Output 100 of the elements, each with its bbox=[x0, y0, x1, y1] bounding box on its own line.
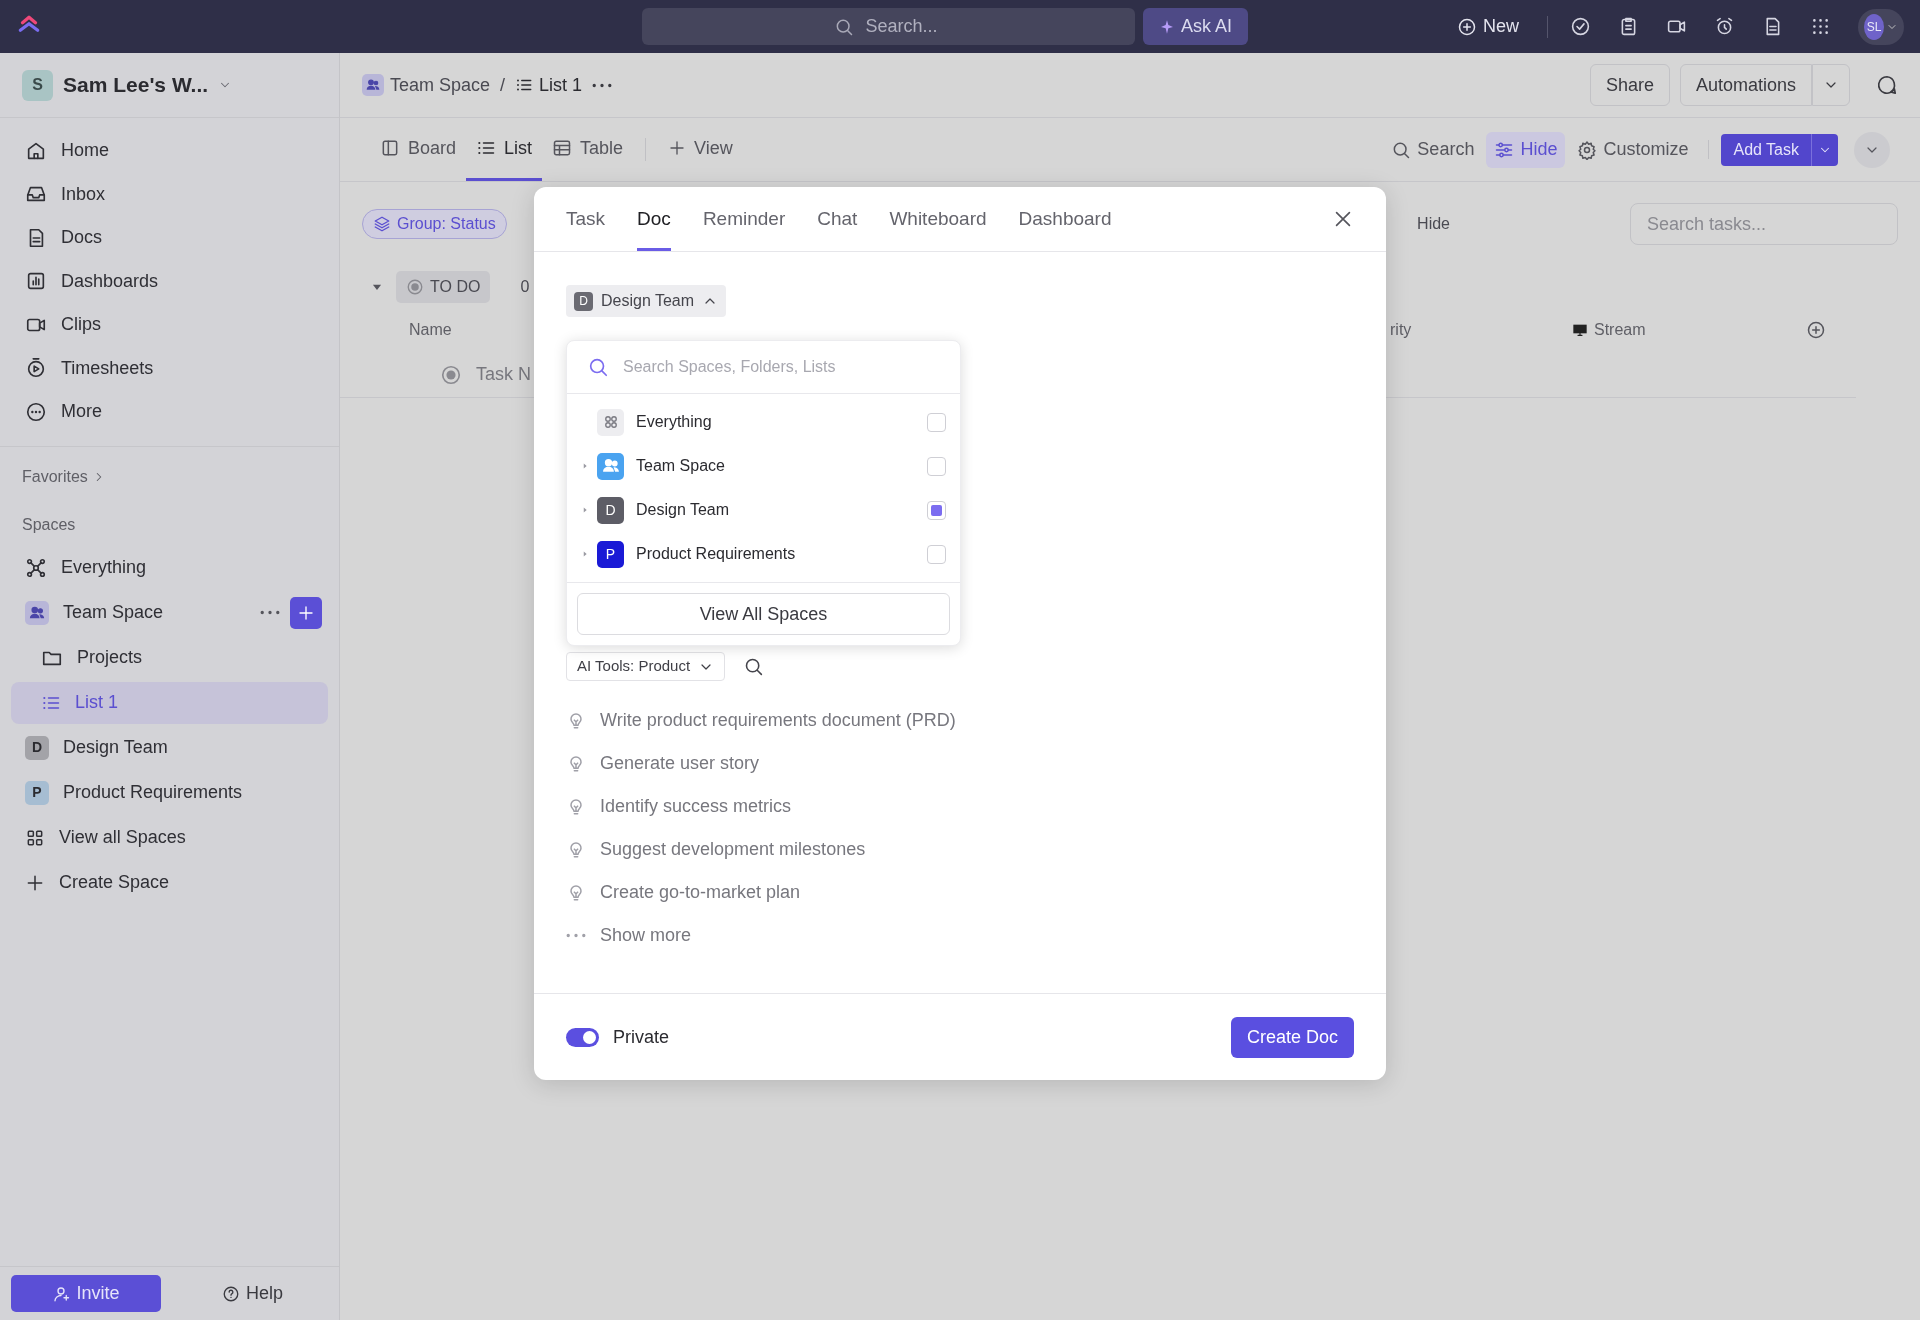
search-field[interactable]: Search... bbox=[863, 12, 944, 41]
toggle-switch[interactable] bbox=[566, 1027, 599, 1047]
user-menu-button[interactable]: SL bbox=[1858, 8, 1904, 45]
team-space-icon bbox=[25, 600, 49, 625]
sidebar-item[interactable]: Inbox bbox=[11, 173, 328, 215]
search-tasks-field[interactable]: Search tasks... bbox=[1630, 203, 1898, 245]
tab[interactable]: Dashboard bbox=[1018, 187, 1112, 251]
breadcrumb-link[interactable]: Team Space bbox=[362, 71, 491, 99]
space-avatar: D bbox=[25, 735, 49, 760]
menu-item[interactable]: P Product Requirements bbox=[567, 532, 960, 576]
menu-item[interactable]: D Design Team bbox=[567, 488, 960, 532]
search-icon bbox=[587, 356, 609, 378]
stopwatch-icon bbox=[25, 357, 47, 379]
sidebar-item[interactable]: Clips bbox=[11, 303, 328, 346]
view-all-spaces-button[interactable]: View All Spaces bbox=[577, 593, 950, 635]
sidebar-item[interactable]: View all Spaces bbox=[11, 816, 328, 859]
apps-grid-icon[interactable] bbox=[1810, 16, 1831, 37]
plus-circle-icon bbox=[1457, 16, 1477, 37]
create-doc-button[interactable]: Create Doc bbox=[1230, 1016, 1354, 1058]
breadcrumb-link[interactable]: List 1 bbox=[515, 71, 583, 99]
hide-button[interactable]: Hide bbox=[1417, 212, 1450, 236]
menu-item[interactable]: Everything bbox=[567, 400, 960, 444]
show-more-link[interactable]: Show more bbox=[566, 914, 1354, 957]
status-icon bbox=[406, 278, 424, 296]
add-column-icon[interactable] bbox=[1806, 320, 1826, 340]
ai-tools-dropdown[interactable]: AI Tools: Product bbox=[566, 652, 726, 681]
status-icon bbox=[440, 363, 462, 386]
rings-icon bbox=[597, 408, 624, 436]
help-button[interactable]: Help bbox=[216, 1279, 290, 1308]
sidebar-item[interactable]: Home bbox=[11, 129, 328, 172]
suggestion-item[interactable]: Write product requirements document (PRD) bbox=[566, 699, 1354, 742]
sidebar-item[interactable]: Dashboards bbox=[11, 260, 328, 302]
view-tab[interactable]: Board bbox=[370, 118, 467, 181]
automations-button[interactable]: Automations bbox=[1679, 64, 1812, 106]
menu-item[interactable]: Team Space bbox=[567, 444, 960, 488]
checkbox[interactable] bbox=[927, 412, 946, 432]
group-by-button[interactable]: Group: Status bbox=[362, 209, 507, 239]
column-header: Stream bbox=[1572, 318, 1806, 342]
tab[interactable]: Chat bbox=[817, 187, 858, 251]
comment-icon[interactable] bbox=[1876, 74, 1898, 96]
space-avatar: D bbox=[597, 496, 624, 524]
view-tab[interactable]: List bbox=[466, 118, 543, 181]
task-count: 0 bbox=[520, 277, 530, 297]
share-button[interactable]: Share bbox=[1589, 64, 1670, 106]
invite-button[interactable]: Invite bbox=[11, 1275, 161, 1312]
add-view-button[interactable]: View bbox=[658, 118, 743, 181]
sidebar-item[interactable]: Team Space bbox=[11, 591, 328, 634]
tab[interactable]: Task bbox=[566, 187, 606, 251]
breadcrumb-separator: / bbox=[500, 73, 506, 97]
alarm-clock-icon[interactable] bbox=[1714, 16, 1735, 37]
dots-icon bbox=[566, 933, 586, 938]
network-icon bbox=[25, 556, 47, 579]
user-avatar: SL bbox=[1864, 13, 1884, 40]
monitor-icon bbox=[1572, 322, 1588, 338]
tab[interactable]: Reminder bbox=[702, 187, 786, 251]
sidebar-item[interactable]: D Design Team bbox=[11, 726, 328, 769]
add-button[interactable] bbox=[290, 596, 322, 629]
ask-ai-button[interactable]: Ask AI bbox=[1143, 8, 1248, 45]
sidebar-item[interactable]: More bbox=[11, 390, 328, 433]
user-plus-icon bbox=[52, 1284, 71, 1303]
settings-icon bbox=[1577, 139, 1598, 160]
suggestion-item[interactable]: Create go-to-market plan bbox=[566, 871, 1354, 914]
more-options-icon[interactable] bbox=[592, 82, 613, 88]
layers-icon bbox=[373, 215, 391, 233]
add-task-button[interactable]: Add Task bbox=[1721, 133, 1838, 166]
space-avatar: P bbox=[25, 780, 49, 805]
status-label[interactable]: TO DO bbox=[396, 271, 491, 303]
sidebar-item[interactable]: P Product Requirements bbox=[11, 771, 328, 814]
plus-icon bbox=[668, 139, 687, 157]
more-icon bbox=[25, 400, 47, 423]
sidebar-item[interactable]: Timesheets bbox=[11, 347, 328, 389]
toolbar-button[interactable]: Customize bbox=[1569, 131, 1697, 168]
column-header: Name bbox=[409, 320, 453, 340]
board-icon bbox=[380, 138, 400, 158]
team-space-icon bbox=[597, 452, 624, 480]
workspace-avatar: S bbox=[22, 69, 53, 101]
favorites-link[interactable]: Favorites bbox=[0, 465, 339, 489]
space-avatar: P bbox=[597, 540, 624, 568]
tab[interactable]: Whiteboard bbox=[889, 187, 987, 251]
suggestion-item[interactable]: Suggest development milestones bbox=[566, 828, 1354, 871]
sidebar-item[interactable]: Projects bbox=[11, 636, 328, 679]
toolbar-button[interactable]: Hide bbox=[1486, 131, 1566, 168]
location-button[interactable]: D Design Team bbox=[566, 285, 727, 317]
suggestion-item[interactable]: Generate user story bbox=[566, 742, 1354, 785]
view-tab[interactable]: Table bbox=[542, 118, 634, 181]
new-button[interactable]: New bbox=[1451, 12, 1525, 41]
suggestion-item[interactable]: Identify success metrics bbox=[566, 785, 1354, 828]
sidebar-item[interactable]: Docs bbox=[11, 216, 328, 259]
check-circle-icon[interactable] bbox=[1570, 16, 1591, 37]
workspace-name[interactable]: Sam Lee's W... bbox=[63, 69, 209, 101]
sidebar-item[interactable]: Everything bbox=[11, 546, 328, 589]
checkbox[interactable] bbox=[927, 500, 946, 520]
checkbox[interactable] bbox=[927, 544, 946, 564]
toolbar-button[interactable]: Search bbox=[1383, 131, 1483, 168]
checkbox[interactable] bbox=[927, 456, 946, 476]
sidebar-item[interactable]: List 1 bbox=[11, 681, 328, 724]
search-icon[interactable] bbox=[743, 656, 765, 677]
more-options-icon[interactable] bbox=[260, 610, 280, 615]
sidebar-item[interactable]: Create Space bbox=[11, 861, 328, 904]
tab[interactable]: Doc bbox=[637, 187, 671, 251]
